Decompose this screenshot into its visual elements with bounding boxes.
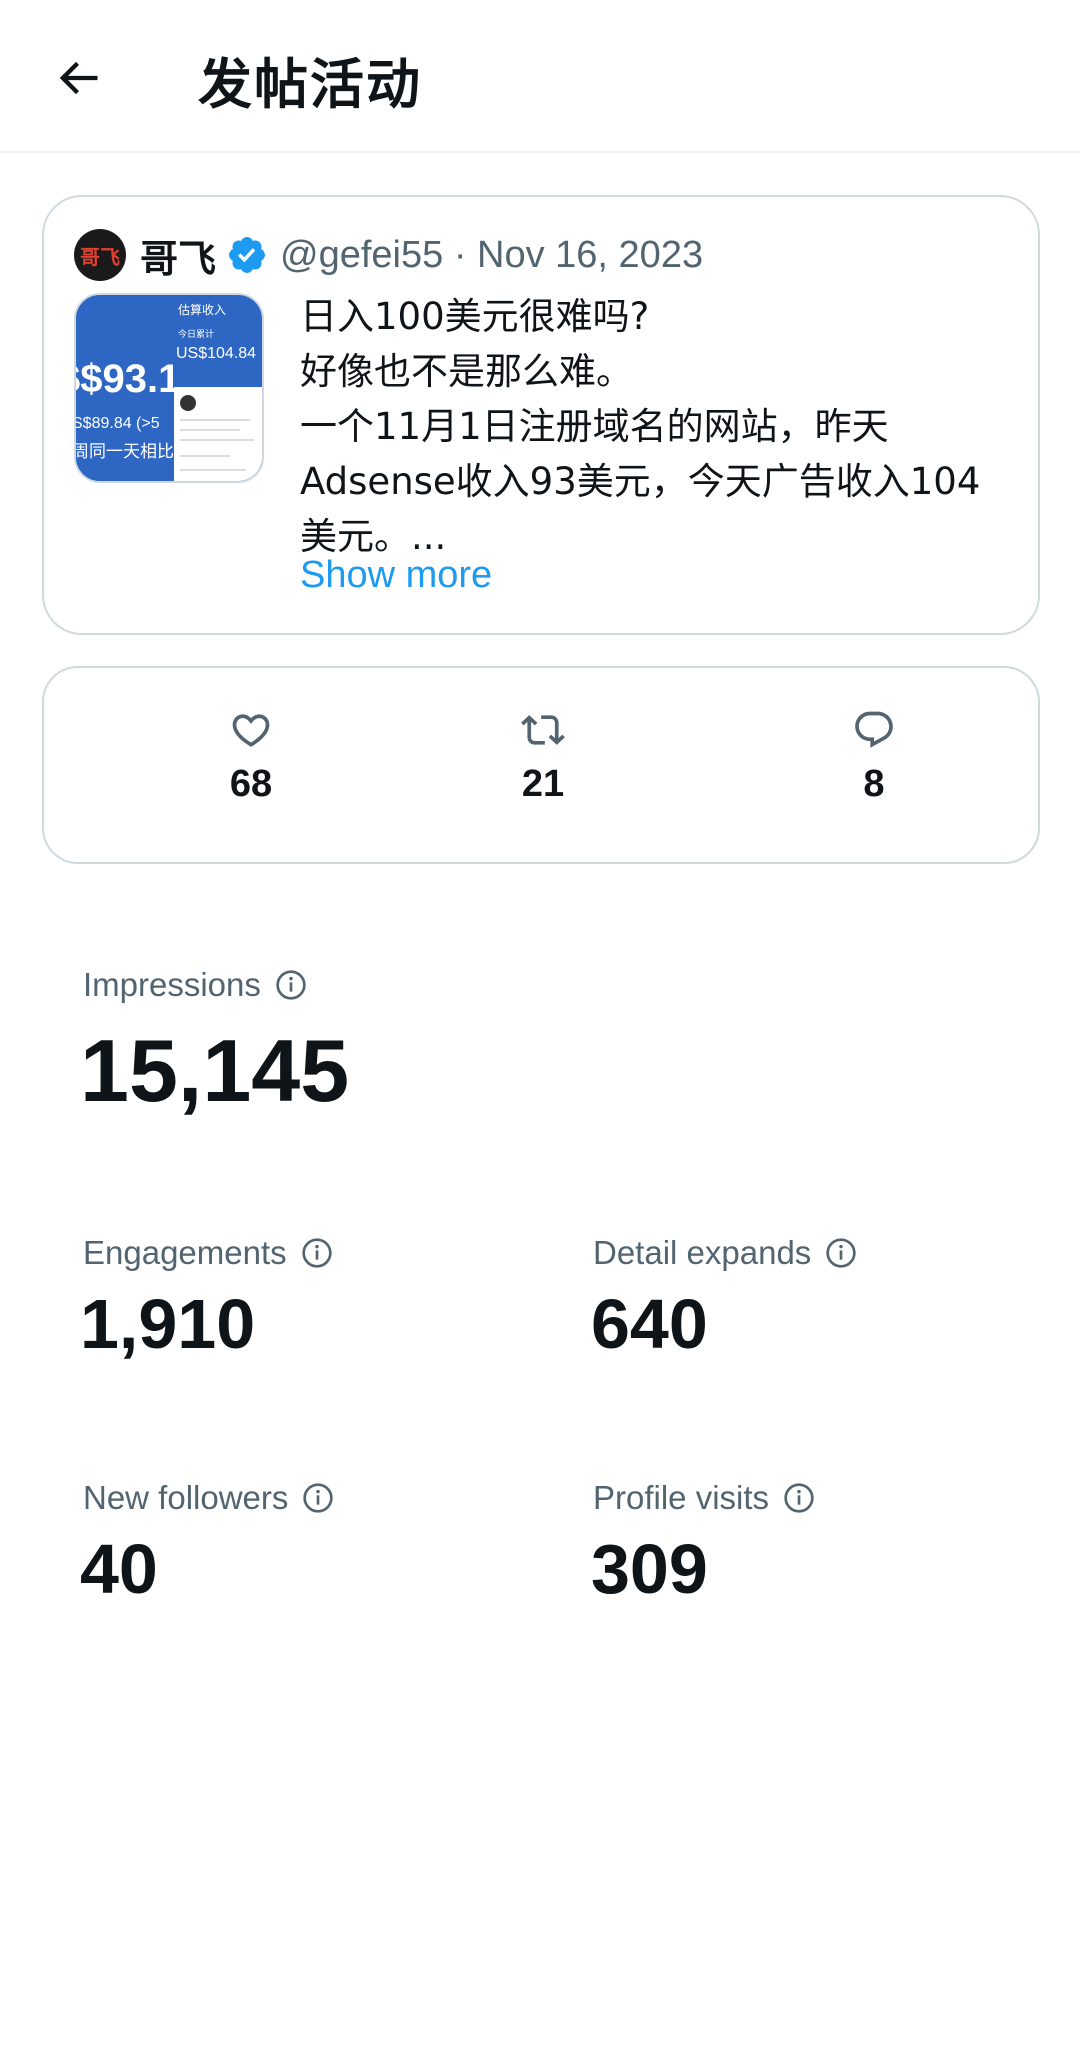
info-icon[interactable]: [275, 969, 307, 1001]
repost-icon: [521, 715, 565, 745]
thumbnail-big-amount: $$93.1: [76, 357, 174, 401]
new-followers-label-row: New followers: [83, 1479, 334, 1517]
top-bar: 发帖活动: [0, 0, 1080, 153]
engagements-label: Engagements: [83, 1234, 287, 1271]
detail-expands-label: Detail expands: [593, 1234, 812, 1271]
engagements-value: 1,910: [80, 1285, 256, 1363]
thumbnail-right-sub: 今日累计: [178, 330, 215, 340]
info-icon[interactable]: [301, 1237, 333, 1269]
verified-badge-icon: [229, 237, 265, 273]
likes-count: 68: [229, 763, 273, 805]
post-text: 日入100美元很难吗? 好像也不是那么难。 一个11月1日注册域名的网站，昨天 …: [300, 295, 981, 558]
replies-stat: 8: [804, 708, 944, 828]
author-row: 哥飞 哥飞 @gefei55 · Nov 16, 2023: [74, 227, 703, 283]
thumbnail-right-title: 估算收入: [178, 303, 227, 317]
arrow-left-icon: [59, 61, 98, 95]
thumbnail-text-line: [180, 469, 246, 471]
thumbnail-mini-avatar: [180, 395, 196, 411]
reply-bubble-icon: [855, 711, 893, 748]
new-followers-label: New followers: [83, 1479, 289, 1516]
profile-visits-label-row: Profile visits: [593, 1479, 815, 1517]
detail-expands-value: 640: [591, 1285, 708, 1363]
detail-expands-label-row: Detail expands: [593, 1234, 857, 1272]
thumbnail-small-line-2: 周同一天相比: [76, 442, 174, 462]
show-more-link[interactable]: Show more: [300, 554, 492, 597]
back-button[interactable]: [46, 46, 110, 110]
new-followers-value: 40: [80, 1530, 158, 1608]
info-icon[interactable]: [302, 1482, 334, 1514]
avatar[interactable]: 哥飞: [74, 229, 126, 281]
engagements-label-row: Engagements: [83, 1234, 333, 1272]
heart-icon: [232, 714, 270, 747]
thumbnail-text-line: [180, 429, 240, 431]
reposts-stat: 21: [473, 708, 613, 828]
thumbnail-text-line: [180, 439, 254, 441]
engagement-summary: 68 21 8: [42, 666, 1040, 864]
profile-visits-value: 309: [591, 1530, 708, 1608]
likes-stat: 68: [181, 708, 321, 828]
impressions-label: Impressions: [83, 966, 261, 1003]
impressions-label-row: Impressions: [83, 966, 307, 1004]
replies-count: 8: [863, 763, 885, 805]
info-icon[interactable]: [825, 1237, 857, 1269]
handle-and-date[interactable]: @gefei55 · Nov 16, 2023: [280, 234, 703, 277]
thumbnail-right-header: 估算收入 今日累计 US$104.84: [174, 295, 262, 387]
thumbnail-right-amount: US$104.84: [176, 345, 257, 362]
thumbnail-right-panel: 估算收入 今日累计 US$104.84: [174, 295, 262, 481]
profile-visits-label: Profile visits: [593, 1479, 770, 1516]
thumbnail-small-line-1: S$89.84 (>5: [76, 415, 160, 432]
page-title: 发帖活动: [198, 53, 422, 116]
thumbnail-text-line: [180, 419, 250, 421]
post-card[interactable]: 哥飞 哥飞 @gefei55 · Nov 16, 2023 $$93.1 S$8…: [42, 195, 1040, 635]
thumbnail-text-line: [180, 455, 230, 457]
impressions-value: 15,145: [80, 1021, 350, 1120]
reposts-count: 21: [521, 763, 565, 805]
author-name[interactable]: 哥飞: [140, 228, 216, 283]
thumbnail-left-panel: $$93.1 S$89.84 (>5 周同一天相比: [76, 295, 174, 481]
info-icon[interactable]: [783, 1482, 815, 1514]
post-media-thumbnail[interactable]: $$93.1 S$89.84 (>5 周同一天相比 估算收入 今日累计 US$1…: [74, 293, 264, 483]
